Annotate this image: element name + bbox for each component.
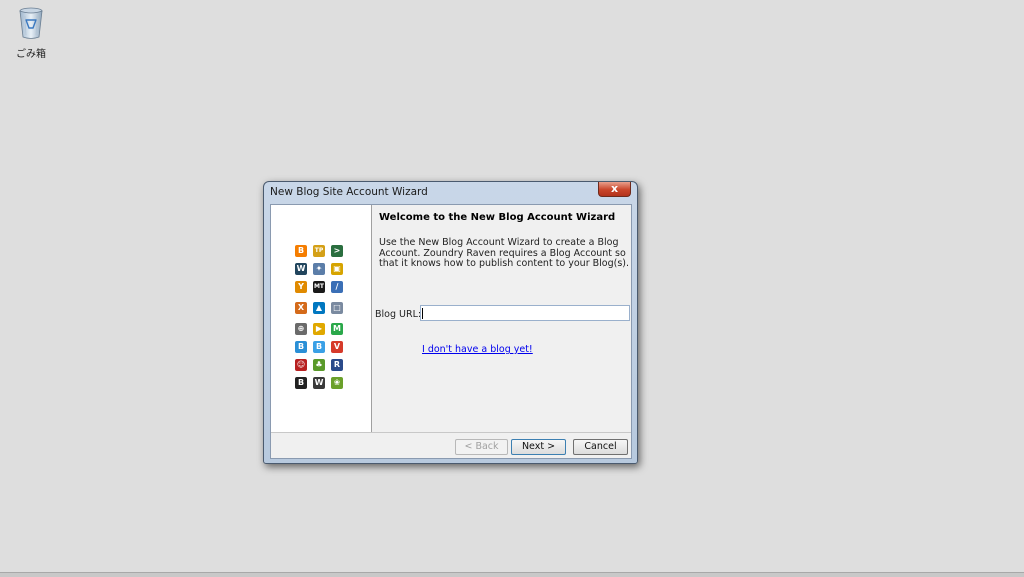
x-service-icon: X bbox=[295, 302, 307, 314]
drupal-icon: ▲ bbox=[313, 302, 325, 314]
livejournal-icon: > bbox=[331, 245, 343, 257]
back-button[interactable]: < Back bbox=[455, 439, 508, 455]
wizard-description: Use the New Blog Account Wizard to creat… bbox=[379, 237, 630, 269]
r-service-icon: R bbox=[331, 359, 343, 371]
wordpress-w-icon: W bbox=[295, 263, 307, 275]
wizard-content: Welcome to the New Blog Account Wizard U… bbox=[372, 205, 631, 432]
square-service-icon: □ bbox=[331, 302, 343, 314]
typepad-icon: TP bbox=[313, 245, 325, 257]
no-blog-link[interactable]: I don't have a blog yet! bbox=[422, 344, 533, 355]
wordpress-icon: W bbox=[313, 377, 325, 389]
close-button[interactable]: x bbox=[598, 182, 631, 197]
window-title: New Blog Site Account Wizard bbox=[270, 186, 428, 198]
service-icons-panel: B TP > W ✦ ▣ Y MT ∕ X ▲ □ ⊕ ▶ M B B V ☺ ♣ R B W ❀ bbox=[271, 205, 372, 432]
desktop: ごみ箱 New Blog Site Account Wizard x B TP > W… bbox=[0, 0, 1024, 577]
cancel-button[interactable]: Cancel bbox=[573, 439, 628, 455]
blue-b2-icon: B bbox=[313, 341, 325, 353]
button-bar: < Back Next > Cancel bbox=[271, 432, 631, 460]
blog-url-input[interactable] bbox=[420, 305, 630, 321]
close-icon: x bbox=[610, 182, 619, 195]
tool-icon: ✦ bbox=[313, 263, 325, 275]
wizard-window: New Blog Site Account Wizard x B TP > W ✦ ▣ Y M… bbox=[263, 181, 638, 464]
movable-type-icon: MT bbox=[313, 281, 325, 293]
vox-icon: V bbox=[331, 341, 343, 353]
recycle-bin-label: ごみ箱 bbox=[16, 49, 46, 60]
recycle-bin-icon bbox=[19, 7, 43, 39]
blue-b-icon: B bbox=[295, 341, 307, 353]
y-service-icon: Y bbox=[295, 281, 307, 293]
text-caret bbox=[422, 308, 423, 319]
b-dark-icon: B bbox=[295, 377, 307, 389]
recycle-bin[interactable]: ごみ箱 bbox=[14, 6, 48, 60]
wizard-client-area: B TP > W ✦ ▣ Y MT ∕ X ▲ □ ⊕ ▶ M B B V ☺ ♣ R B W ❀ Welcome to th… bbox=[270, 204, 632, 459]
paperclip-icon: ∕ bbox=[331, 281, 343, 293]
crosshair-icon: ⊕ bbox=[295, 323, 307, 335]
tree-icon: ♣ bbox=[313, 359, 325, 371]
blogger-icon: B bbox=[295, 245, 307, 257]
title-bar[interactable]: New Blog Site Account Wizard x bbox=[264, 182, 637, 202]
next-button[interactable]: Next > bbox=[511, 439, 566, 455]
green-spiral-icon: ❀ bbox=[331, 377, 343, 389]
blog-url-label: Blog URL: bbox=[375, 309, 422, 320]
red-face-icon: ☺ bbox=[295, 359, 307, 371]
squarespace-icon: ▣ bbox=[331, 263, 343, 275]
taskbar-edge bbox=[0, 572, 1024, 577]
wizard-heading: Welcome to the New Blog Account Wizard bbox=[379, 212, 616, 223]
walker-icon: ▶ bbox=[313, 323, 325, 335]
m-service-icon: M bbox=[331, 323, 343, 335]
